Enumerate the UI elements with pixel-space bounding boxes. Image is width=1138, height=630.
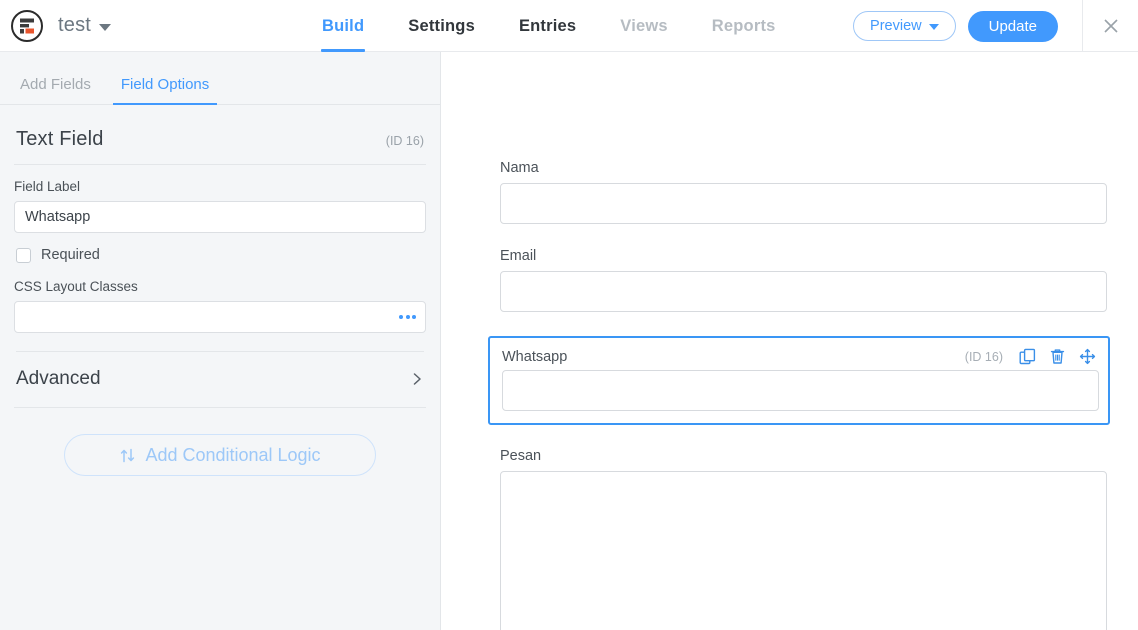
caret-down-icon bbox=[928, 24, 939, 30]
preview-field-label: Whatsapp bbox=[502, 348, 568, 365]
field-type-header: Text Field (ID 16) bbox=[14, 105, 426, 165]
preview-field-label: Pesan bbox=[500, 448, 542, 464]
close-builder-button[interactable] bbox=[1082, 0, 1138, 52]
preview-input-whatsapp[interactable] bbox=[502, 370, 1099, 411]
form-preview-panel: Nama Email Whatsapp (ID 16) Pesan bbox=[441, 52, 1138, 630]
close-icon bbox=[1102, 17, 1120, 35]
tab-reports-label: Reports bbox=[711, 16, 776, 35]
field-label-caption: Field Label bbox=[14, 179, 81, 194]
required-label[interactable]: Required bbox=[41, 247, 100, 263]
tab-build[interactable]: Build bbox=[300, 0, 386, 52]
builder-body: Add Fields Field Options Text Field (ID … bbox=[0, 52, 1138, 630]
tab-settings-label: Settings bbox=[408, 16, 475, 35]
preview-button[interactable]: Preview bbox=[853, 11, 956, 41]
preview-input-email[interactable] bbox=[500, 271, 1107, 312]
move-icon[interactable] bbox=[1079, 348, 1096, 365]
dot bbox=[399, 315, 403, 319]
tab-entries-label: Entries bbox=[518, 16, 577, 35]
conditional-logic-wrap: Add Conditional Logic bbox=[14, 408, 426, 476]
duplicate-icon[interactable] bbox=[1019, 348, 1036, 365]
preview-field-pesan[interactable]: Pesan bbox=[500, 448, 1107, 630]
chevron-right-icon bbox=[410, 372, 424, 386]
preview-field-email[interactable]: Email bbox=[500, 248, 1107, 312]
preview-field-label: Nama bbox=[500, 160, 539, 176]
tab-views: Views bbox=[598, 0, 689, 52]
brand: test bbox=[0, 9, 112, 43]
caret-down-icon bbox=[99, 23, 112, 31]
css-classes-input[interactable] bbox=[14, 301, 426, 333]
field-id-badge: (ID 16) bbox=[964, 349, 1003, 364]
tab-views-label: Views bbox=[620, 16, 668, 35]
advanced-section-toggle[interactable]: Advanced bbox=[14, 352, 426, 408]
tab-settings[interactable]: Settings bbox=[386, 0, 497, 52]
preview-field-nama[interactable]: Nama bbox=[500, 160, 1107, 224]
preview-button-label: Preview bbox=[870, 18, 922, 34]
form-name-dropdown[interactable]: test bbox=[58, 14, 112, 37]
form-builder-app: test Build Settings Entries Views Report… bbox=[0, 0, 1138, 630]
trash-icon[interactable] bbox=[1049, 348, 1066, 365]
preview-field-label: Email bbox=[500, 248, 537, 264]
tab-reports: Reports bbox=[690, 0, 798, 52]
required-checkbox[interactable] bbox=[16, 247, 31, 263]
sidebar-tab-add-fields-label: Add Fields bbox=[20, 76, 91, 93]
css-classes-group: CSS Layout Classes bbox=[14, 265, 426, 333]
add-conditional-logic-button[interactable]: Add Conditional Logic bbox=[64, 434, 376, 476]
formidable-logo-icon bbox=[10, 9, 44, 43]
dot bbox=[412, 315, 416, 319]
form-fields-list: Nama Email Whatsapp (ID 16) Pesan bbox=[441, 52, 1138, 630]
update-button[interactable]: Update bbox=[967, 10, 1058, 42]
ellipsis-icon[interactable] bbox=[399, 301, 416, 333]
arrows-up-down-icon bbox=[119, 447, 136, 464]
sidebar-content: Text Field (ID 16) Field Label Required … bbox=[0, 105, 440, 476]
main-nav-tabs: Build Settings Entries Views Reports bbox=[300, 0, 798, 52]
preview-field-whatsapp[interactable]: Whatsapp (ID 16) bbox=[488, 336, 1110, 425]
field-id-badge: (ID 16) bbox=[385, 134, 424, 148]
sidebar-tabs: Add Fields Field Options bbox=[0, 52, 440, 105]
preview-textarea-pesan[interactable] bbox=[500, 471, 1107, 630]
sidebar-tab-field-options-label: Field Options bbox=[120, 76, 210, 93]
css-classes-caption: CSS Layout Classes bbox=[14, 279, 138, 294]
top-bar: test Build Settings Entries Views Report… bbox=[0, 0, 1138, 52]
field-label-input[interactable] bbox=[14, 201, 426, 233]
field-label-group: Field Label bbox=[14, 165, 426, 233]
form-name-label: test bbox=[58, 14, 92, 36]
page-title: Text Field bbox=[16, 128, 104, 150]
sidebar-tab-add-fields[interactable]: Add Fields bbox=[12, 76, 99, 104]
field-action-toolbar: (ID 16) bbox=[965, 348, 1096, 365]
tab-entries[interactable]: Entries bbox=[497, 0, 598, 52]
selected-field-header: Whatsapp (ID 16) bbox=[502, 348, 1096, 365]
top-bar-actions: Preview Update bbox=[853, 0, 1138, 52]
add-conditional-logic-label: Add Conditional Logic bbox=[145, 444, 321, 465]
advanced-label: Advanced bbox=[16, 368, 101, 389]
preview-input-nama[interactable] bbox=[500, 183, 1107, 224]
field-options-sidebar: Add Fields Field Options Text Field (ID … bbox=[0, 52, 441, 630]
required-row: Required bbox=[14, 233, 426, 265]
tab-build-label: Build bbox=[322, 16, 365, 35]
update-button-label: Update bbox=[988, 17, 1037, 35]
sidebar-tab-field-options[interactable]: Field Options bbox=[112, 76, 218, 105]
dot bbox=[405, 315, 410, 319]
